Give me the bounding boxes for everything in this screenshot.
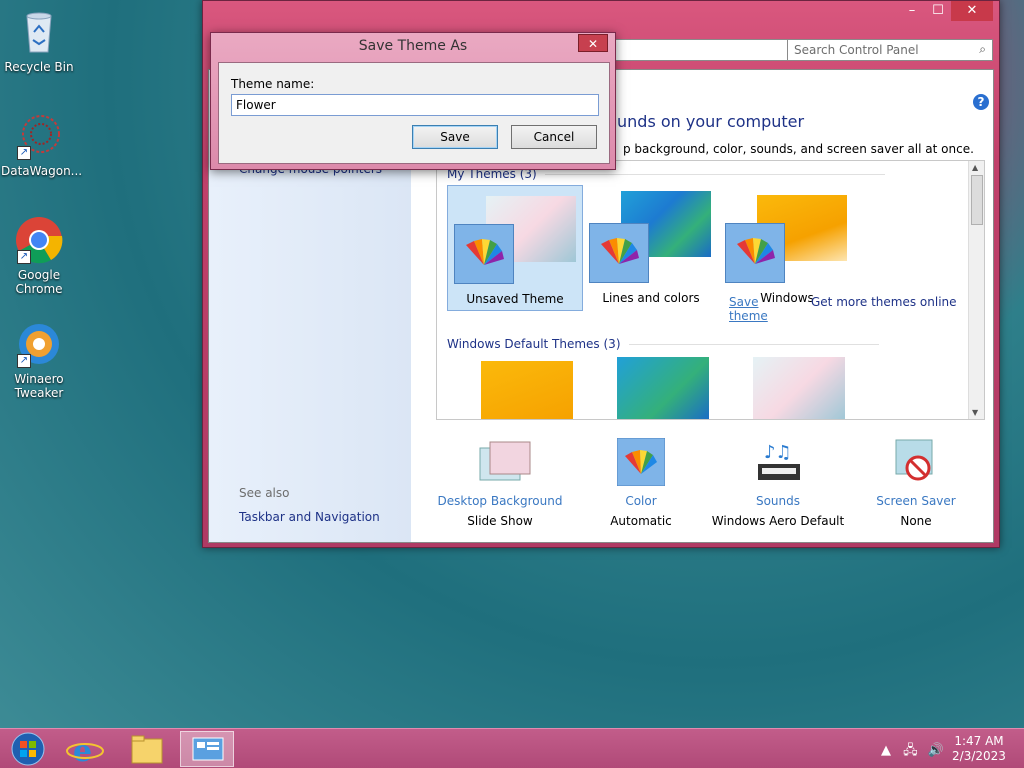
datawagon-icon: ↗: [15, 112, 63, 160]
get-more-themes-link[interactable]: Get more themes online: [811, 295, 957, 309]
dialog-close-button[interactable]: ✕: [578, 34, 608, 52]
default-theme-thumbnail[interactable]: [753, 357, 845, 419]
winaero-tweaker-icon: ↗: [15, 320, 63, 368]
save-theme-dialog: Save Theme As ✕ Theme name: Save Cancel: [210, 32, 616, 170]
theme-label: Lines and colors: [602, 291, 700, 305]
sounds-setting[interactable]: ♪♫ Sounds Windows Aero Default: [708, 438, 848, 528]
dialog-title: Save Theme As: [358, 38, 468, 54]
scroll-down-icon[interactable]: ▼: [972, 408, 978, 417]
desktop-icon-datawagon[interactable]: ↗ DataWagon...: [1, 112, 83, 178]
chrome-icon: ↗: [15, 216, 63, 264]
desktop-background-value: Slide Show: [467, 514, 533, 528]
svg-text:♪♫: ♪♫: [764, 442, 792, 463]
theme-lines-and-colors[interactable]: Lines and colors: [583, 185, 719, 311]
screen-saver-link[interactable]: Screen Saver: [846, 494, 986, 508]
shortcut-arrow-icon: ↗: [17, 250, 31, 264]
tray-icons: ▲ 🖧 🔊: [881, 741, 944, 763]
control-panel-icon: [192, 737, 224, 761]
desktop-icon-google-chrome[interactable]: ↗ Google Chrome: [1, 216, 77, 296]
color-palette-icon: [589, 223, 649, 283]
network-icon[interactable]: 🖧: [903, 743, 918, 758]
shortcut-arrow-icon: ↗: [17, 354, 31, 368]
windows-orb-icon: [11, 732, 45, 766]
taskbar-control-panel[interactable]: [180, 731, 234, 767]
scroll-up-icon[interactable]: ▲: [972, 163, 978, 172]
page-title: unds on your computer: [617, 112, 805, 131]
clock-date: 2/3/2023: [952, 749, 1006, 763]
internet-explorer-icon: e: [66, 734, 104, 768]
close-button[interactable]: ✕: [951, 1, 993, 21]
default-theme-thumbnail[interactable]: [617, 357, 709, 419]
desktop-icon-label: DataWagon...: [1, 164, 83, 178]
see-also-label: See also: [239, 486, 290, 500]
cancel-button[interactable]: Cancel: [511, 125, 597, 149]
default-themes-header: Windows Default Themes (3): [447, 337, 879, 351]
shortcut-arrow-icon: ↗: [17, 146, 31, 160]
dialog-body: Theme name: Save Cancel: [218, 62, 610, 164]
svg-text:e: e: [73, 734, 92, 767]
theme-name-label: Theme name:: [231, 77, 315, 91]
desktop-background-link[interactable]: Desktop Background: [430, 494, 570, 508]
sounds-icon: ♪♫: [754, 438, 802, 488]
save-button[interactable]: Save: [412, 125, 498, 149]
theme-list-scrollbar[interactable]: ▲ ▼: [968, 161, 984, 419]
theme-unsaved[interactable]: Unsaved Theme: [447, 185, 583, 311]
theme-name-input[interactable]: [231, 94, 599, 116]
recycle-bin-icon: [15, 8, 63, 56]
taskbar: e ▲ 🖧 🔊 1:47 AM 2/3/2023: [0, 728, 1024, 768]
sounds-value: Windows Aero Default: [711, 514, 845, 528]
start-button[interactable]: [2, 731, 56, 767]
desktop-icon-label: Google Chrome: [15, 268, 63, 296]
color-link[interactable]: Color: [571, 494, 711, 508]
color-icon: [616, 437, 666, 488]
screen-saver-value: None: [900, 514, 932, 528]
search-placeholder: Search Control Panel: [794, 43, 919, 57]
color-value: Automatic: [610, 514, 672, 528]
screen-saver-icon: [892, 438, 940, 488]
taskbar-and-navigation-link[interactable]: Taskbar and Navigation: [239, 510, 380, 524]
theme-label: Unsaved Theme: [466, 292, 564, 306]
search-icon[interactable]: ⌕: [979, 42, 986, 57]
taskbar-internet-explorer[interactable]: e: [60, 731, 114, 768]
window-controls: – ☐ ✕: [899, 1, 993, 21]
taskbar-file-explorer[interactable]: [120, 731, 174, 767]
maximize-button[interactable]: ☐: [925, 1, 951, 21]
page-subtitle: p background, color, sounds, and screen …: [623, 142, 974, 156]
folder-icon: [131, 735, 163, 764]
default-theme-thumbnail[interactable]: [481, 361, 573, 419]
color-palette-icon: [725, 223, 785, 283]
color-palette-icon: [454, 224, 514, 284]
desktop-icon-label: Winaero Tweaker: [14, 372, 64, 400]
desktop-icon-recycle-bin[interactable]: Recycle Bin: [1, 8, 77, 74]
minimize-button[interactable]: –: [899, 1, 925, 21]
desktop-icon-winaero-tweaker[interactable]: ↗ Winaero Tweaker: [1, 320, 77, 400]
clock[interactable]: 1:47 AM 2/3/2023: [952, 734, 1006, 764]
desktop-icon-label: Recycle Bin: [4, 60, 74, 74]
show-hidden-icons-icon[interactable]: ▲: [881, 743, 891, 758]
desktop-background-icon: [476, 438, 531, 488]
help-icon[interactable]: ?: [973, 94, 989, 110]
screen-saver-setting[interactable]: Screen Saver None: [846, 438, 986, 528]
theme-windows[interactable]: Windows: [719, 185, 855, 311]
color-setting[interactable]: Color Automatic: [571, 437, 711, 528]
search-input[interactable]: Search Control Panel ⌕: [787, 39, 993, 61]
volume-icon[interactable]: 🔊: [928, 743, 944, 758]
scrollbar-thumb[interactable]: [971, 175, 983, 225]
clock-time: 1:47 AM: [954, 734, 1004, 748]
theme-list: My Themes (3) Unsaved Theme Lines and co…: [436, 160, 985, 420]
system-tray: ▲ 🖧 🔊 1:47 AM 2/3/2023: [864, 729, 1024, 768]
sounds-link[interactable]: Sounds: [708, 494, 848, 508]
desktop-background-setting[interactable]: Desktop Background Slide Show: [430, 438, 570, 528]
save-theme-link[interactable]: Save theme: [729, 295, 768, 323]
